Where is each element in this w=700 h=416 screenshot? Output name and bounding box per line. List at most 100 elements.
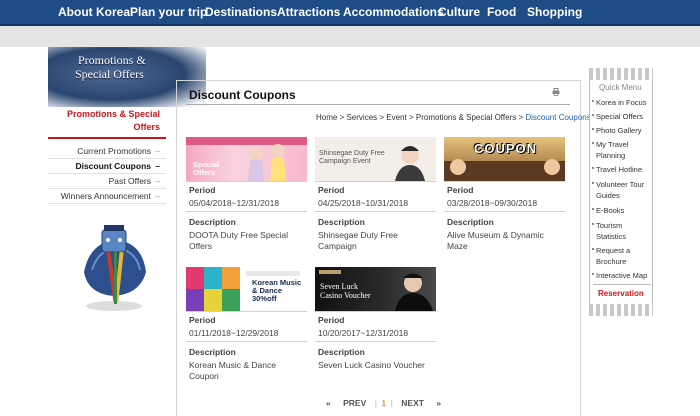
card-divider [315, 341, 436, 342]
description-value: Alive Museum & Dynamic Maze [447, 230, 544, 251]
sidebar-item-discount-coupons[interactable]: Discount Coupons – [48, 159, 166, 174]
coupon-image[interactable]: Korean Music & Dance 30%off [186, 267, 307, 311]
coupon-image[interactable]: Seven Luck Casino Voucher [315, 267, 436, 311]
description-label: Description [447, 217, 494, 227]
breadcrumb-separator: > [377, 113, 387, 122]
description-value: Seven Luck Casino Voucher [318, 360, 425, 370]
card-divider [315, 181, 436, 182]
sidebar-title-rule [48, 137, 166, 139]
quick-menu-item[interactable]: Tourism Statistics [592, 220, 652, 242]
coupon-card[interactable]: Korean Music & Dance 30%off Period 01/11… [186, 267, 307, 387]
breadcrumb-current: Discount Coupons [525, 113, 591, 122]
coupon-card[interactable]: Seven Luck Casino Voucher Period 10/20/2… [315, 267, 436, 387]
description-value: Shinsegae Duty Free Campaign [318, 230, 398, 251]
card-divider [444, 211, 565, 212]
sub-nav-bar [0, 26, 700, 47]
sidebar-item-current-promotions[interactable]: Current Promotions – [48, 144, 166, 159]
coupon-card[interactable]: Special Offers Period 05/04/2018~12/31/2… [186, 137, 307, 257]
period-label: Period [447, 185, 474, 195]
coupon-image[interactable]: Special Offers [186, 137, 307, 181]
pager-divider: | [374, 398, 378, 408]
breadcrumb-separator: > [516, 113, 526, 122]
card-divider [444, 181, 565, 182]
period-value: 10/20/2017~12/31/2018 [318, 328, 409, 338]
pager-divider: | [390, 398, 393, 408]
coupon-image[interactable]: COUPON [444, 137, 565, 181]
pager-current-page[interactable]: 1 [381, 398, 386, 408]
quick-menu-item[interactable]: Travel Hotline [592, 164, 652, 175]
quick-menu-item[interactable]: Volunteer Tour Guides [592, 179, 652, 201]
nav-food[interactable]: Food [487, 5, 516, 19]
breadcrumb-promotions[interactable]: Promotions & Special Offers [416, 113, 516, 122]
coupon-image[interactable]: Shinsegae Duty Free Campaign Event [315, 137, 436, 181]
reservation-link[interactable]: Reservation [598, 289, 644, 298]
sidebar-item-marker: – [155, 191, 160, 201]
sidebar-item-label: Discount Coupons [75, 161, 151, 171]
quick-menu-item[interactable]: Request a Brochure [592, 245, 652, 267]
quick-menu-item[interactable]: Special Offers [592, 111, 652, 122]
card-divider [315, 211, 436, 212]
coupon-image-caption: COUPON [474, 141, 538, 156]
breadcrumb-separator: > [406, 113, 416, 122]
description-value: Korean Music & Dance Coupon [189, 360, 276, 381]
quick-menu-item[interactable]: Photo Gallery [592, 125, 652, 136]
breadcrumb-services[interactable]: Services [346, 113, 377, 122]
pagination: « PREV | 1 | NEXT » [326, 398, 441, 408]
pager-next-button[interactable]: NEXT [401, 398, 424, 408]
quick-menu-divider [593, 284, 651, 285]
nav-destinations[interactable]: Destinations [205, 5, 277, 19]
pager-last-button[interactable]: » [436, 398, 441, 408]
quick-menu-title: Quick Menu [599, 83, 642, 92]
mascot-illustration [84, 225, 146, 311]
breadcrumb-event[interactable]: Event [386, 113, 406, 122]
nav-about-korea[interactable]: About Korea [58, 5, 130, 19]
coupon-image-caption: Seven Luck Casino Voucher [320, 282, 371, 300]
period-label: Period [189, 185, 216, 195]
breadcrumb: Home > Services > Event > Promotions & S… [316, 113, 591, 122]
description-label: Description [189, 347, 236, 357]
sidebar-item-marker: – [155, 176, 160, 186]
sidebar-item-winners-announcement[interactable]: Winners Announcement – [48, 189, 166, 204]
nav-shopping[interactable]: Shopping [527, 5, 582, 19]
period-value: 04/25/2018~10/31/2018 [318, 198, 409, 208]
description-label: Description [318, 347, 365, 357]
quick-menu-item[interactable]: My Travel Planning [592, 139, 652, 161]
coupon-image-caption: Special Offers [193, 160, 220, 177]
pager-first-button[interactable]: « [326, 398, 331, 408]
sidebar-title: Promotions & Special Offers [66, 109, 160, 132]
coupon-card[interactable]: Shinsegae Duty Free Campaign Event Perio… [315, 137, 436, 257]
sidebar-item-label: Winners Announcement [60, 191, 151, 201]
quick-menu-item[interactable]: E-Books [592, 205, 652, 216]
pager-prev-button[interactable]: PREV [343, 398, 366, 408]
card-divider [186, 311, 307, 312]
period-value: 05/04/2018~12/31/2018 [189, 198, 280, 208]
breadcrumb-home[interactable]: Home [316, 113, 337, 122]
period-label: Period [318, 315, 345, 325]
coupon-card[interactable]: COUPON Period 03/28/2018~09/30/2018 Desc… [444, 137, 565, 257]
nav-culture[interactable]: Culture [438, 5, 480, 19]
period-label: Period [318, 185, 345, 195]
sidebar-item-marker: – [155, 161, 160, 171]
quick-menu-item[interactable]: Interactive Map [592, 270, 652, 281]
quick-menu-item[interactable]: Korea in Focus [592, 97, 652, 108]
card-divider [315, 311, 436, 312]
period-label: Period [189, 315, 216, 325]
period-value: 01/11/2018~12/29/2018 [189, 328, 279, 338]
banner-line-1: Promotions & [78, 53, 146, 67]
description-value: DOOTA Duty Free Special Offers [189, 230, 289, 251]
sidebar-item-past-offers[interactable]: Past Offers – [48, 174, 166, 189]
nav-accommodations[interactable]: Accommodations [343, 5, 444, 19]
card-divider [186, 341, 307, 342]
card-divider [186, 211, 307, 212]
banner-line-2: Special Offers [75, 67, 144, 81]
quick-menu-top-border [589, 68, 653, 80]
print-icon[interactable] [552, 88, 560, 96]
top-nav-bar: About Korea Plan your trip Destinations … [0, 0, 700, 26]
sidebar-item-label: Current Promotions [77, 146, 151, 156]
coupon-image-caption: Shinsegae Duty Free Campaign Event [319, 150, 385, 165]
nav-attractions[interactable]: Attractions [277, 5, 340, 19]
sidebar-item-marker: – [155, 146, 160, 156]
nav-plan-your-trip[interactable]: Plan your trip [130, 5, 207, 19]
period-value: 03/28/2018~09/30/2018 [447, 198, 538, 208]
page-title: Discount Coupons [189, 88, 296, 102]
